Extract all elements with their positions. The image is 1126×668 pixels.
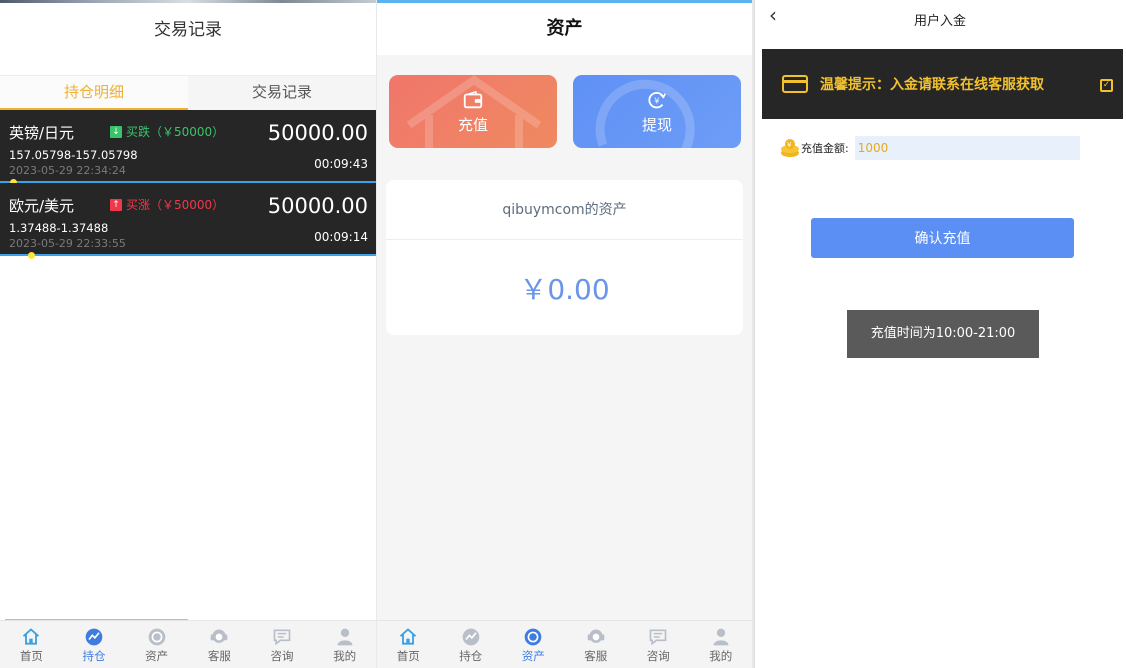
nav-item-label: 持仓 [82,649,106,663]
support-icon [587,629,605,643]
positions-screen: 交易记录 持仓明细 交易记录 英镑/日元 ↓ 买跌（￥50000） 50000.… [0,0,376,668]
order-pair: 欧元/美元 [9,197,75,215]
nav-item-label: 咨询 [646,649,670,663]
nav-item-label: 首页 [19,649,43,663]
nav-item[interactable]: 资产 [502,621,565,668]
nav-item[interactable]: 咨询 [627,621,690,668]
nav-item[interactable]: 客服 [188,621,251,668]
nav-item-label: 客服 [584,649,608,663]
trend-icon [462,628,480,646]
support-icon [211,629,228,643]
order-progress-bar [0,252,376,259]
house-watermark-icon [406,75,542,148]
page-title: 用户入金 [913,14,966,29]
withdraw-button[interactable]: ¥ 提现 [573,75,741,148]
nav-item[interactable]: 持仓 [63,621,126,668]
progress-dot [28,252,36,259]
coin-icon [148,628,166,646]
asset-balance: ￥0.00 [519,273,610,306]
nav-item-label: 咨询 [270,649,294,663]
nav-item-label: 我的 [333,649,357,663]
refresh-watermark-icon [595,79,695,148]
order-amount: 50000.00 [267,194,368,218]
arrow-down-icon: ↓ [110,125,122,138]
notice-banner: 温馨提示：入金请联系在线客服获取 ✓ [762,49,1123,119]
order-card[interactable]: 英镑/日元 ↓ 买跌（￥50000） 50000.00 157.05798-15… [0,110,376,186]
order-timestamp: 2023-05-29 22:33:55 [9,237,126,250]
page-title: 资产 [377,3,752,55]
order-pair: 英镑/日元 [9,124,75,142]
nav-item-label: 资产 [145,649,169,663]
order-timestamp: 2023-05-29 22:34:24 [9,164,126,177]
credit-card-icon [782,75,808,93]
user-icon [337,628,353,646]
tab-trade-records[interactable]: 交易记录 [188,76,376,110]
top-image-strip [0,0,376,3]
page-title: 交易记录 [154,20,222,40]
amount-label: 充值金额: [801,142,849,155]
nav-item[interactable]: 我的 [313,621,376,668]
order-direction: ↑ 买涨（￥50000） [110,196,224,213]
order-amount: 50000.00 [267,121,368,145]
nav-item[interactable]: 客服 [565,621,628,668]
order-price-range: 1.37488-1.37488 [9,221,109,235]
nav-item[interactable]: 我的 [690,621,753,668]
coin-icon [524,628,542,646]
chat-icon [273,629,291,646]
order-direction-label: 买涨（￥50000） [126,198,225,212]
order-countdown: 00:09:14 [314,230,368,244]
nav-item-label: 我的 [709,649,733,663]
recharge-button[interactable]: 充值 [389,75,557,148]
confirm-recharge-button[interactable]: 确认充值 [811,218,1074,258]
nav-item[interactable]: 持仓 [440,621,503,668]
nav-item[interactable]: 咨询 [251,621,314,668]
asset-owner-label: qibuymcom的资产 [386,180,743,240]
order-direction-label: 买跌（￥50000） [126,125,225,139]
assets-screen: 资产 充值 ¥ 提现 qibuymcom的资产 ￥0.00 首页 持仓 资产 客服 咨询… [377,0,752,668]
panel-divider [754,0,755,668]
checkbox-icon[interactable]: ✓ [1100,79,1113,92]
order-countdown: 00:09:43 [314,157,368,171]
coin-stack-icon: ¥ [781,139,799,157]
nav-item-label: 资产 [521,649,545,663]
svg-text:¥: ¥ [787,141,792,149]
nav-item-label: 客服 [207,649,231,663]
home-icon [400,628,417,645]
asset-card: qibuymcom的资产 ￥0.00 [386,180,743,335]
nav-item[interactable]: 首页 [0,621,63,668]
amount-input[interactable] [854,136,1080,160]
arrow-up-icon: ↑ [110,198,122,211]
chat-icon [649,629,667,646]
nav-item-label: 持仓 [459,649,483,663]
deposit-screen: ‹ 用户入金 温馨提示：入金请联系在线客服获取 ✓ ¥ 充值金额: 确认充值 充… [754,0,1126,668]
bottom-nav: 首页 持仓 资产 客服 咨询 我的 [0,620,376,668]
nav-item[interactable]: 资产 [125,621,188,668]
nav-item-label: 首页 [396,649,420,663]
order-card[interactable]: 欧元/美元 ↑ 买涨（￥50000） 50000.00 1.37488-1.37… [0,183,376,259]
user-icon [713,628,729,646]
home-icon [23,628,40,645]
bottom-nav: 首页 持仓 资产 客服 咨询 我的 [377,620,752,668]
amount-row: ¥ 充值金额: [779,136,1080,160]
nav-item[interactable]: 首页 [377,621,440,668]
notice-text: 温馨提示：入金请联系在线客服获取 [820,77,1044,93]
order-price-range: 157.05798-157.05798 [9,148,138,162]
tab-bar: 持仓明细 交易记录 [0,75,376,110]
recharge-hours-notice: 充值时间为10:00-21:00 [847,310,1039,358]
tab-positions[interactable]: 持仓明细 [0,76,188,110]
trend-icon [85,628,103,646]
order-direction: ↓ 买跌（￥50000） [110,123,224,140]
